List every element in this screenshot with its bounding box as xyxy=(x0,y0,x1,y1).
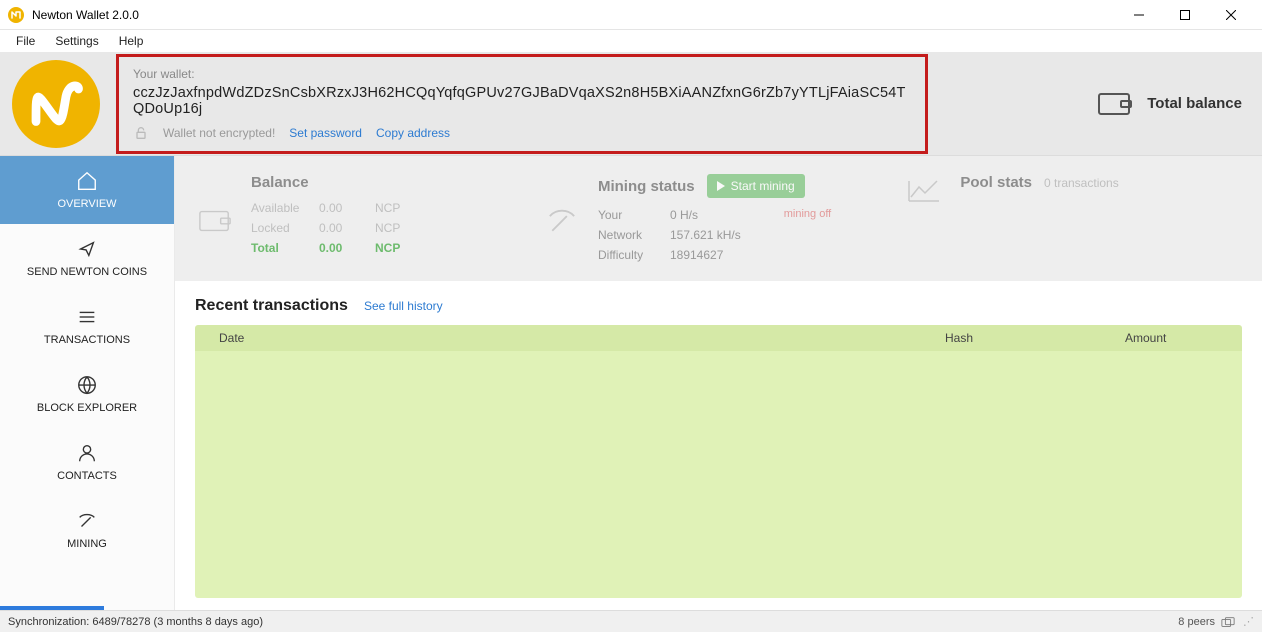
minimize-button[interactable] xyxy=(1116,0,1162,30)
copy-address-link[interactable]: Copy address xyxy=(376,126,450,140)
tx-table-body xyxy=(195,351,1242,598)
mining-card: Mining status Start mining Your 0 H/s mi… xyxy=(522,156,884,281)
sidebar-item-label: MINING xyxy=(67,538,107,550)
your-wallet-label: Your wallet: xyxy=(133,67,911,81)
mining-network-label: Network xyxy=(598,228,668,242)
menu-help[interactable]: Help xyxy=(109,32,154,50)
app-icon xyxy=(8,7,24,23)
sidebar-item-label: TRANSACTIONS xyxy=(44,334,130,346)
resize-grip-icon[interactable]: ⋰ xyxy=(1243,615,1254,628)
start-mining-label: Start mining xyxy=(731,179,795,193)
main-content: Balance Available 0.00 NCP Locked 0.00 N… xyxy=(175,156,1262,610)
sidebar-item-send[interactable]: SEND NEWTON COINS xyxy=(0,224,174,292)
balance-card: Balance Available 0.00 NCP Locked 0.00 N… xyxy=(175,156,522,281)
total-balance-label: Total balance xyxy=(1147,95,1242,112)
tx-table-header: Date Hash Amount xyxy=(195,325,1242,351)
balance-title: Balance xyxy=(251,174,502,191)
balance-total-value: 0.00 xyxy=(319,241,375,255)
statusbar: Synchronization: 6489/78278 (3 months 8 … xyxy=(0,610,1262,632)
wallet-not-encrypted-label: Wallet not encrypted! xyxy=(163,126,275,140)
balance-unit: NCP xyxy=(375,241,415,255)
sidebar-item-mining[interactable]: MINING xyxy=(0,496,174,564)
start-mining-button[interactable]: Start mining xyxy=(707,174,805,198)
balance-unit: NCP xyxy=(375,201,415,215)
sidebar-item-overview[interactable]: OVERVIEW xyxy=(0,156,174,224)
header: Your wallet: cczJzJaxfnpdWdZDzSnCsbXRzxJ… xyxy=(0,52,1262,156)
sidebar-item-block-explorer[interactable]: BLOCK EXPLORER xyxy=(0,360,174,428)
pool-stats-card: Pool stats 0 transactions xyxy=(884,156,1262,281)
lock-open-icon xyxy=(133,125,149,141)
close-button[interactable] xyxy=(1208,0,1254,30)
titlebar: Newton Wallet 2.0.0 xyxy=(0,0,1262,30)
recent-transactions: Recent transactions See full history Dat… xyxy=(175,281,1262,610)
wallet-address-box: Your wallet: cczJzJaxfnpdWdZDzSnCsbXRzxJ… xyxy=(116,54,928,154)
mining-your-label: Your xyxy=(598,208,668,222)
sync-status: Synchronization: 6489/78278 (3 months 8 … xyxy=(8,616,263,628)
peer-count: 8 peers xyxy=(1178,616,1235,628)
mining-your-value: 0 H/s xyxy=(670,208,774,222)
col-amount: Amount xyxy=(1125,331,1232,345)
window-title: Newton Wallet 2.0.0 xyxy=(32,8,139,22)
mining-network-value: 157.621 kH/s xyxy=(670,228,774,242)
network-icon xyxy=(1221,616,1235,628)
balance-locked-label: Locked xyxy=(251,221,319,235)
mining-off-label: mining off xyxy=(776,208,865,222)
sidebar-item-contacts[interactable]: CONTACTS xyxy=(0,428,174,496)
menu-settings[interactable]: Settings xyxy=(45,32,108,50)
balance-available-label: Available xyxy=(251,201,319,215)
balance-unit: NCP xyxy=(375,221,415,235)
total-balance: Total balance xyxy=(1097,90,1242,118)
menubar: File Settings Help xyxy=(0,30,1262,52)
wallet-icon xyxy=(195,174,235,267)
menu-file[interactable]: File xyxy=(6,32,45,50)
logo-icon xyxy=(12,60,100,148)
balance-locked-value: 0.00 xyxy=(319,221,375,235)
sidebar-item-transactions[interactable]: TRANSACTIONS xyxy=(0,292,174,360)
maximize-button[interactable] xyxy=(1162,0,1208,30)
mining-difficulty-label: Difficulty xyxy=(598,248,668,262)
balance-available-value: 0.00 xyxy=(319,201,375,215)
mining-title: Mining status xyxy=(598,178,695,195)
wallet-icon xyxy=(1097,90,1133,118)
sidebar-item-label: OVERVIEW xyxy=(57,198,116,210)
sidebar-item-label: SEND NEWTON COINS xyxy=(27,266,147,278)
pool-stats-sub: 0 transactions xyxy=(1044,176,1119,190)
recent-transactions-title: Recent transactions xyxy=(195,297,348,315)
see-full-history-link[interactable]: See full history xyxy=(364,299,443,313)
col-date: Date xyxy=(205,331,945,345)
sidebar-item-label: CONTACTS xyxy=(57,470,117,482)
peer-count-label: 8 peers xyxy=(1178,616,1215,628)
col-hash: Hash xyxy=(945,331,1125,345)
sidebar-item-label: BLOCK EXPLORER xyxy=(37,402,137,414)
pickaxe-icon xyxy=(542,174,582,267)
balance-total-label: Total xyxy=(251,241,319,255)
pool-stats-title: Pool stats xyxy=(960,174,1032,191)
sync-progress-bar xyxy=(0,606,104,610)
chart-line-icon xyxy=(904,174,944,208)
set-password-link[interactable]: Set password xyxy=(289,126,362,140)
sidebar: OVERVIEW SEND NEWTON COINS TRANSACTIONS … xyxy=(0,156,175,610)
mining-difficulty-value: 18914627 xyxy=(670,248,774,262)
wallet-address: cczJzJaxfnpdWdZDzSnCsbXRzxJ3H62HCQqYqfqG… xyxy=(133,85,911,117)
